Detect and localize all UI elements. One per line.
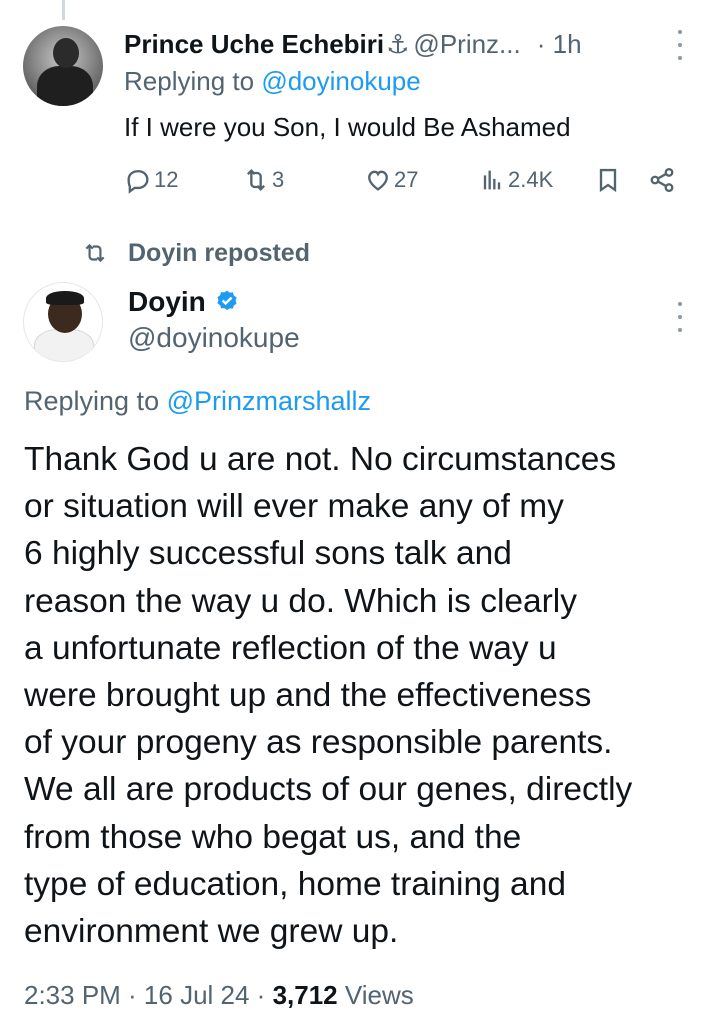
tweet-text-line: or situation will ever make any of my [24,488,564,526]
like-count: 27 [394,167,419,192]
main-tweet-text: Thank God u are not. No circumstances or… [24,436,714,955]
like-button[interactable]: 27 [364,166,418,194]
tweet-text-line: Thank God u are not. No circumstances [24,441,617,478]
avatar-figure-body [37,66,93,106]
bar-chart-icon [483,170,501,190]
reply-handle[interactable]: @Prinz... [413,29,520,60]
replying-mention-link[interactable]: @doyinokupe [261,66,420,96]
tweet-text-line: from those who begat us, and the [24,818,522,856]
repost-arrows-icon [247,169,265,191]
twitter-thread-screenshot: Prince Uche Echebiri ⚓ @Prinz... · 1h Re… [0,0,720,1034]
tweet-text-line: We all are products of our genes, direct… [24,771,633,809]
views-count-reply: 2.4K [508,167,554,192]
more-options-icon[interactable] [670,302,690,332]
repost-count: 3 [272,167,285,192]
speech-bubble-icon [127,170,149,194]
avatar-prince-uche[interactable] [23,26,103,106]
tweet-metadata: 2:33 PM · 16 Jul 24 · 3,712 Views [24,980,414,1011]
main-replying-to: Replying to @Prinzmarshallz [24,386,371,417]
reply-button[interactable]: 12 [124,166,178,194]
replying-mention-link[interactable]: @Prinzmarshallz [167,386,371,416]
tweet-text-line: type of education, home training and [24,865,566,903]
heart-icon [368,170,388,191]
reply-tweet[interactable]: Prince Uche Echebiri ⚓ @Prinz... · 1h Re… [0,0,720,230]
reply-time[interactable]: · 1h [537,29,582,60]
share-button[interactable] [648,166,676,194]
tweet-text-line: were brought up and the effectiveness [24,677,592,715]
main-handle[interactable]: @doyinokupe [128,322,300,354]
tweet-views-count: 3,712 [272,980,338,1010]
reply-action-bar: 12 3 27 2.4K [124,166,684,200]
avatar-doyin[interactable] [23,282,103,362]
repost-label-text: Doyin reposted [128,238,310,267]
more-options-icon[interactable] [670,30,690,60]
repost-button[interactable]: 3 [242,166,284,194]
reply-tweet-text: If I were you Son, I would Be Ashamed [124,112,571,142]
views-button[interactable]: 2.4K [478,166,553,194]
tweet-text-line: environment we grew up. [24,913,399,951]
main-display-name-row: Doyin [128,284,240,320]
avatar-figure-hair [46,291,84,305]
reply-count: 12 [154,167,179,192]
bookmark-icon [599,168,617,193]
reply-replying-to: Replying to @doyinokupe [124,66,421,97]
tweet-text-line: reason the way u do. Which is clearly [24,582,577,620]
repost-indicator[interactable]: Doyin reposted [82,236,310,270]
share-nodes-icon [650,167,674,193]
repost-arrows-icon [85,243,105,263]
replying-prefix: Replying to [24,386,167,416]
avatar-figure-head [53,38,79,68]
main-display-name[interactable]: Doyin [128,286,206,318]
tweet-text-line: 6 highly successful sons talk and [24,535,512,573]
verified-badge-icon [217,290,237,311]
tweet-timestamp[interactable]: 2:33 PM · 16 Jul 24 · [24,980,273,1010]
tweet-text-line: a unfortunate reflection of the way u [24,629,557,667]
reply-display-name[interactable]: Prince Uche Echebiri [124,29,384,60]
bookmark-button[interactable] [594,166,622,194]
tweet-text-line: of your progeny as responsible parents. [24,724,613,762]
reply-tweet-header: Prince Uche Echebiri ⚓ @Prinz... · 1h [124,26,582,62]
avatar-figure-body [34,329,94,361]
replying-prefix: Replying to [124,66,262,96]
tweet-views-label: Views [337,980,414,1010]
anchor-emoji-icon: ⚓ [386,28,410,59]
